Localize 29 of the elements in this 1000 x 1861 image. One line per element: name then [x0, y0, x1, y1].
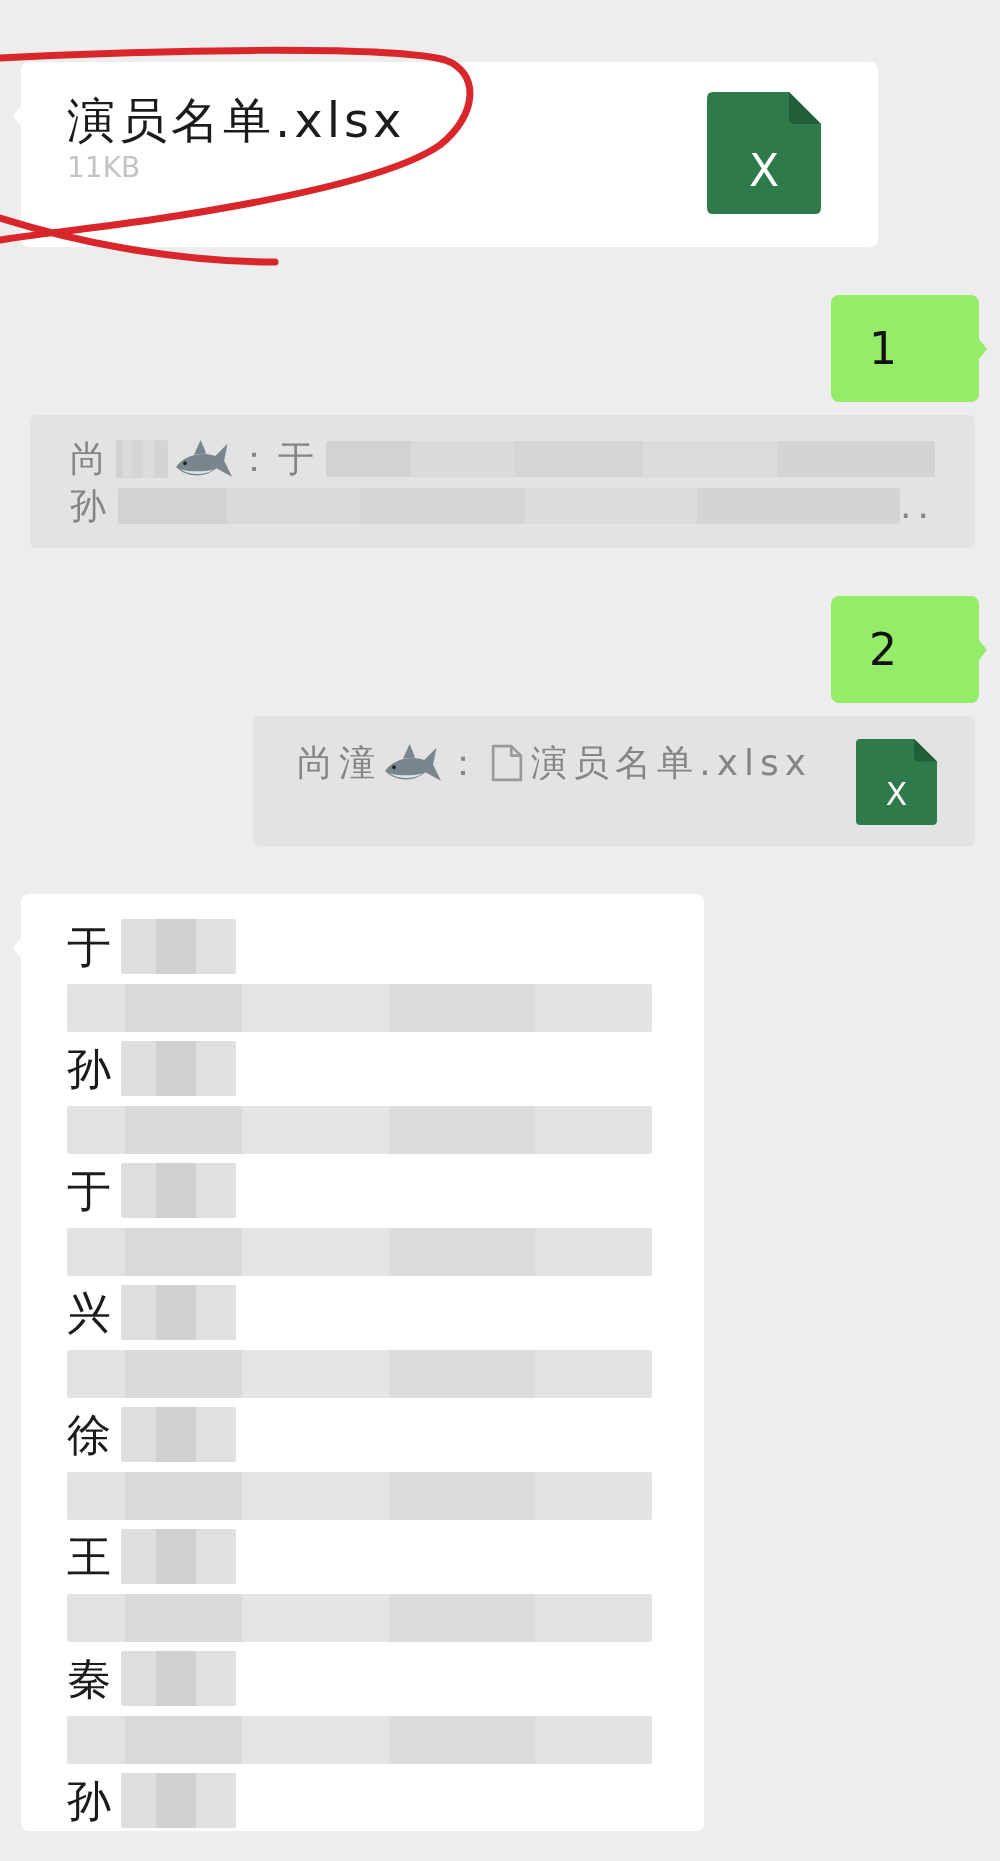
- contact-name: 王: [67, 1530, 111, 1584]
- message-bubble[interactable]: 2: [831, 596, 979, 703]
- quote-text: 演员名单.xlsx: [531, 741, 812, 785]
- contact-name: 兴: [67, 1286, 111, 1340]
- quoted-message[interactable]: 尚潼 ： 演员名单.xlsx X: [253, 716, 975, 846]
- quote-text: 尚: [70, 437, 112, 481]
- contact-name: 于: [67, 920, 111, 974]
- message-bubble[interactable]: 1: [831, 295, 979, 402]
- contact-name: 孙: [67, 1774, 111, 1828]
- spreadsheet-file-icon: X: [707, 92, 821, 214]
- quote-text: 尚潼: [297, 741, 382, 785]
- spreadsheet-file-icon: X: [856, 739, 937, 825]
- shark-icon: [176, 439, 232, 478]
- bubble-tail: [979, 339, 987, 359]
- quote-text: ：于: [236, 437, 320, 481]
- quote-text: ..: [900, 484, 935, 528]
- quote-text: ：: [445, 741, 488, 785]
- file-message-bubble[interactable]: 演员名单.xlsx 11KB X: [21, 62, 878, 247]
- contact-name: 孙: [67, 1042, 111, 1096]
- contact-name: 徐: [67, 1408, 111, 1462]
- document-icon: [491, 743, 524, 782]
- file-size: 11KB: [67, 150, 141, 186]
- contact-name: 于: [67, 1164, 111, 1218]
- contact-name: 秦: [67, 1652, 111, 1706]
- message-bubble[interactable]: 于 孙 于 兴 徐 王 秦 孙: [21, 894, 704, 1831]
- shark-icon: [385, 743, 442, 782]
- quote-text: 孙: [70, 484, 112, 528]
- bubble-tail: [979, 640, 987, 660]
- file-name: 演员名单.xlsx: [67, 92, 406, 148]
